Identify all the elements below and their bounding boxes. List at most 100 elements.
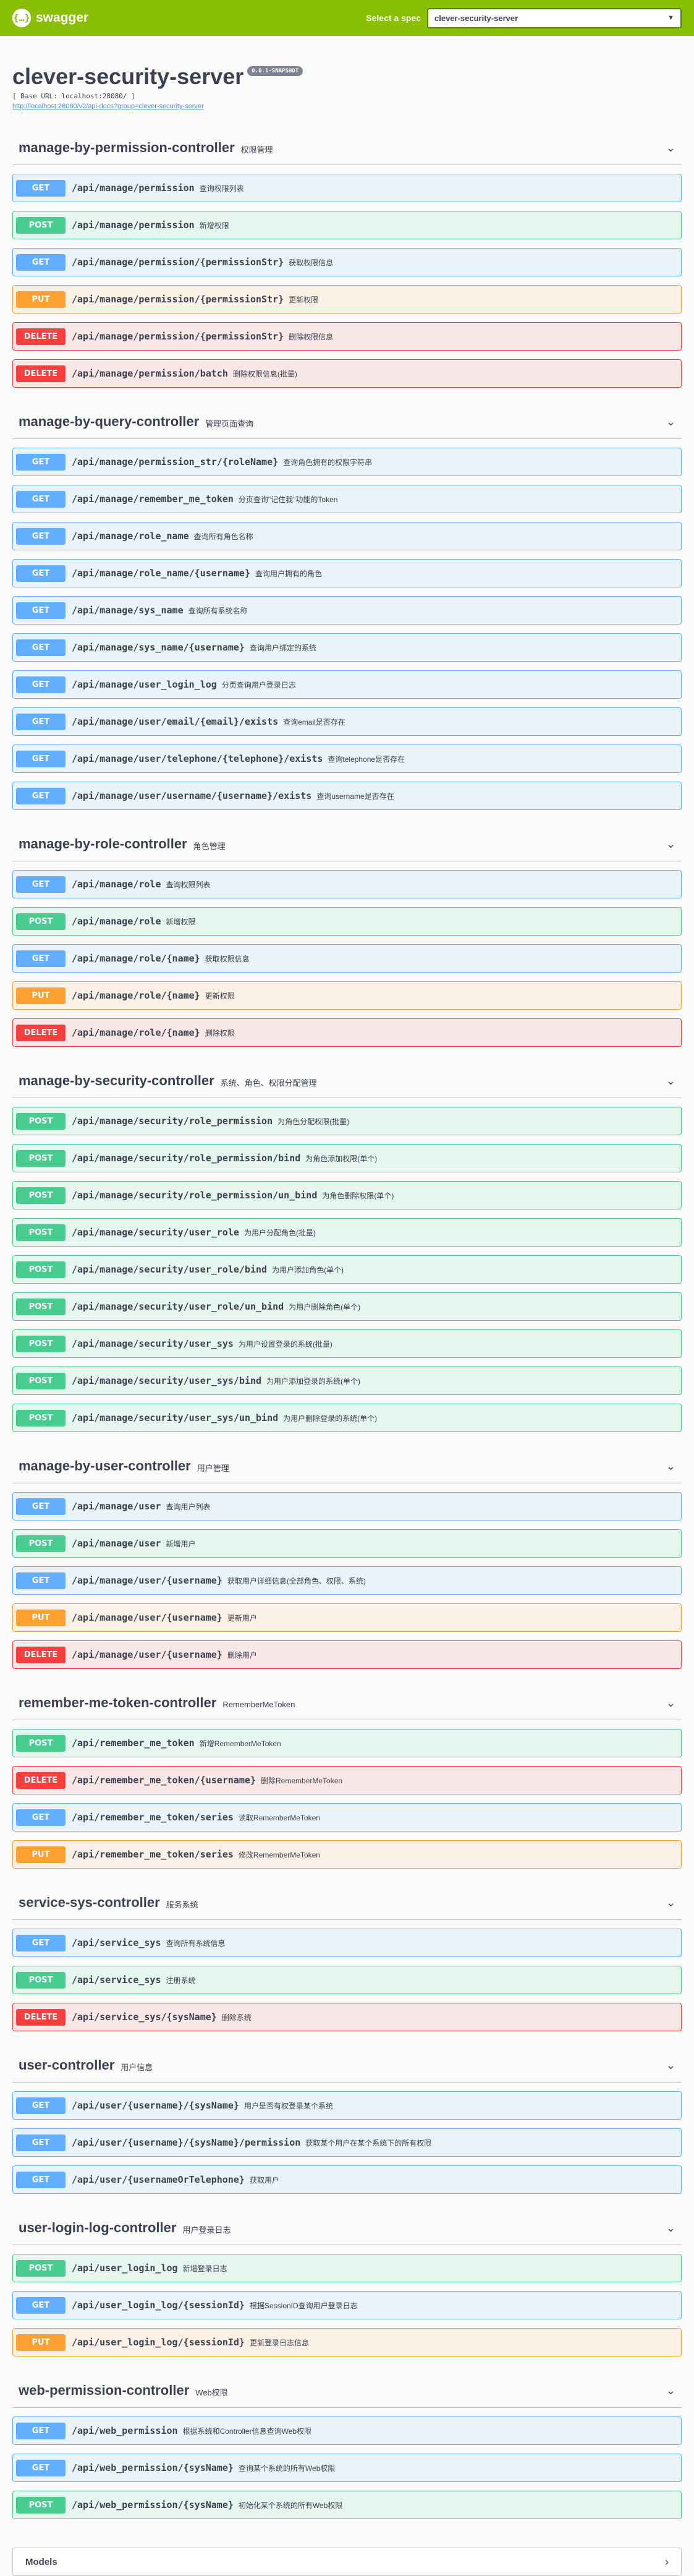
operation-row[interactable]: GET/api/manage/sys_name 查询所有系统名称	[12, 596, 682, 625]
operation-row[interactable]: POST/api/manage/security/role_permission…	[12, 1181, 682, 1209]
operation-path: /api/user_login_log	[72, 2263, 178, 2274]
operation-row[interactable]: GET/api/manage/permission_str/{roleName}…	[12, 448, 682, 476]
operation-row[interactable]: PUT/api/user_login_log/{sessionId} 更新登录日志…	[12, 2328, 682, 2356]
operation-row[interactable]: GET/api/web_permission/{sysName} 查询某个系统的所…	[12, 2454, 682, 2482]
tag-header[interactable]: service-sys-controller 服务系统 ⌄	[12, 1886, 682, 1920]
method-badge: GET	[16, 639, 66, 656]
method-badge: POST	[16, 2259, 66, 2277]
tag-header[interactable]: web-permission-controller Web权限 ⌄	[12, 2374, 682, 2408]
operation-row[interactable]: GET/api/manage/user/username/{username}/…	[12, 782, 682, 810]
api-docs-link[interactable]: http://localhost:28080/v2/api-docs?group…	[12, 103, 682, 110]
operation-row[interactable]: PUT/api/manage/permission/{permissionStr…	[12, 285, 682, 313]
page-title: clever-security-server	[12, 64, 244, 89]
tag-header[interactable]: user-controller 用户信息 ⌄	[12, 2049, 682, 2083]
operation-row[interactable]: POST/api/manage/user 新增用户	[12, 1529, 682, 1558]
operation-path: /api/manage/user/{username}	[72, 1575, 222, 1586]
operation-row[interactable]: GET/api/manage/user/telephone/{telephone…	[12, 744, 682, 773]
operation-summary: 查询telephone是否存在	[328, 754, 405, 764]
operation-row[interactable]: GET/api/manage/role_name 查询所有角色名称	[12, 522, 682, 550]
operation-row[interactable]: GET/api/user/{username}/{sysName} 用户是否有权登…	[12, 2091, 682, 2120]
operation-row[interactable]: GET/api/manage/sys_name/{username} 查询用户绑定…	[12, 633, 682, 662]
operation-row[interactable]: POST/api/manage/role 新增权限	[12, 907, 682, 936]
operation-row[interactable]: POST/api/manage/security/user_role/un_bi…	[12, 1292, 682, 1321]
tag-name: manage-by-permission-controller	[19, 140, 235, 155]
operation-row[interactable]: GET/api/manage/user/email/{email}/exists…	[12, 707, 682, 736]
operation-summary: 新增权限	[166, 917, 196, 926]
operation-row[interactable]: DELETE/api/manage/permission/{permission…	[12, 322, 682, 351]
operation-row[interactable]: GET/api/manage/remember_me_token 分页查询"记住我…	[12, 485, 682, 513]
tag-header[interactable]: manage-by-query-controller 管理页面查询 ⌄	[12, 405, 682, 439]
operation-row[interactable]: POST/api/manage/security/user_sys/un_bin…	[12, 1404, 682, 1432]
operation-row[interactable]: POST/api/manage/security/user_sys/bind 为用…	[12, 1367, 682, 1395]
operation-summary: 获取用户详细信息(全部角色、权限、系统)	[227, 1576, 366, 1585]
tag-section: remember-me-token-controller RememberMeTo…	[12, 1686, 682, 1880]
method-badge: DELETE	[16, 1646, 66, 1663]
operation-summary: 查询角色拥有的权限字符串	[283, 458, 373, 467]
operation-row[interactable]: GET/api/manage/user 查询用户列表	[12, 1492, 682, 1520]
operation-row[interactable]: PUT/api/manage/user/{username} 更新用户	[12, 1603, 682, 1632]
operation-row[interactable]: POST/api/web_permission/{sysName} 初始化某个系统…	[12, 2491, 682, 2519]
tag-header[interactable]: manage-by-user-controller 用户管理 ⌄	[12, 1449, 682, 1483]
operation-path: /api/user_login_log/{sessionId}	[72, 2300, 245, 2311]
operation-row[interactable]: DELETE/api/remember_me_token/{username} 删…	[12, 1766, 682, 1794]
operation-row[interactable]: POST/api/manage/security/user_role/bind 为…	[12, 1255, 682, 1284]
operation-summary: 根据系统和Controller信息查询Web权限	[182, 2426, 312, 2436]
method-badge: GET	[16, 2297, 66, 2314]
method-badge: POST	[16, 1149, 66, 1167]
operation-summary: 获取用户	[249, 2175, 279, 2185]
operation-summary: 查询所有角色名称	[193, 532, 253, 541]
models-section[interactable]: Models ›	[12, 2548, 682, 2576]
operation-row[interactable]: GET/api/service_sys 查询所有系统信息	[12, 1929, 682, 1957]
swagger-logo[interactable]: {…} swagger	[12, 9, 88, 27]
operation-summary: 删除权限信息(批量)	[232, 369, 297, 378]
operation-summary: 为用户添加登录的系统(单个)	[266, 1376, 361, 1386]
base-url: [ Base URL: localhost:28080/ ]	[12, 92, 135, 100]
method-badge: POST	[16, 1734, 66, 1752]
operation-row[interactable]: GET/api/manage/user_login_log 分页查询用户登录日志	[12, 670, 682, 699]
operation-row[interactable]: GET/api/manage/role/{name} 获取权限信息	[12, 944, 682, 973]
operation-row[interactable]: POST/api/remember_me_token 新增RememberMeTo…	[12, 1729, 682, 1757]
spec-label: Select a spec	[366, 13, 421, 23]
operation-path: /api/manage/security/user_role/un_bind	[72, 1301, 284, 1312]
operation-row[interactable]: GET/api/manage/role 查询权限列表	[12, 870, 682, 898]
operation-row[interactable]: GET/api/manage/permission/{permissionStr…	[12, 248, 682, 276]
operation-row[interactable]: GET/api/user/{usernameOrTelephone} 获取用户	[12, 2165, 682, 2194]
operation-row[interactable]: POST/api/manage/security/role_permission…	[12, 1107, 682, 1135]
operation-row[interactable]: GET/api/web_permission 根据系统和Controller信息查…	[12, 2416, 682, 2445]
operation-row[interactable]: GET/api/manage/role_name/{username} 查询用户拥…	[12, 559, 682, 587]
operation-row[interactable]: DELETE/api/manage/permission/batch 删除权限信息…	[12, 359, 682, 388]
operation-row[interactable]: PUT/api/remember_me_token/series 修改Rememb…	[12, 1840, 682, 1869]
method-badge: POST	[16, 1261, 66, 1278]
tag-name: manage-by-user-controller	[19, 1458, 191, 1474]
api-info: clever-security-server 0.0.1-SNAPSHOT [ …	[12, 36, 682, 131]
operation-row[interactable]: POST/api/manage/security/user_role 为用户分配角…	[12, 1218, 682, 1247]
operation-row[interactable]: DELETE/api/manage/user/{username} 删除用户	[12, 1640, 682, 1669]
operation-row[interactable]: GET/api/user/{username}/{sysName}/permis…	[12, 2128, 682, 2157]
operation-summary: 读取RememberMeToken	[238, 1813, 320, 1822]
operation-row[interactable]: POST/api/manage/permission 新增权限	[12, 211, 682, 239]
operation-row[interactable]: POST/api/user_login_log 新增登录日志	[12, 2254, 682, 2282]
tag-header[interactable]: manage-by-security-controller 系统、角色、权限分配管…	[12, 1064, 682, 1098]
operation-path: /api/manage/permission/batch	[72, 368, 228, 379]
tag-section: manage-by-user-controller 用户管理 ⌄ GET/api/ma…	[12, 1449, 682, 1680]
operation-row[interactable]: GET/api/manage/permission 查询权限列表	[12, 174, 682, 202]
operations: GET/api/manage/permission_str/{roleName}…	[12, 439, 682, 821]
operation-row[interactable]: DELETE/api/service_sys/{sysName} 删除系统	[12, 2003, 682, 2031]
operation-row[interactable]: PUT/api/manage/role/{name} 更新权限	[12, 981, 682, 1010]
operation-row[interactable]: POST/api/manage/security/user_sys 为用户设置登录…	[12, 1329, 682, 1358]
operation-row[interactable]: GET/api/remember_me_token/series 读取Rememb…	[12, 1803, 682, 1832]
operation-row[interactable]: POST/api/service_sys 注册系统	[12, 1966, 682, 1994]
tag-header[interactable]: manage-by-role-controller 角色管理 ⌄	[12, 827, 682, 861]
operation-row[interactable]: GET/api/manage/user/{username} 获取用户详细信息(全…	[12, 1566, 682, 1595]
tag-header[interactable]: remember-me-token-controller RememberMeTo…	[12, 1686, 682, 1720]
operation-row[interactable]: DELETE/api/manage/role/{name} 删除权限	[12, 1018, 682, 1047]
tag-name: manage-by-role-controller	[19, 836, 187, 851]
operation-row[interactable]: GET/api/user_login_log/{sessionId} 根据Sess…	[12, 2291, 682, 2319]
spec-select[interactable]: clever-security-server ▼	[427, 7, 682, 28]
operation-row[interactable]: POST/api/manage/security/role_permission…	[12, 1144, 682, 1172]
operation-path: /api/manage/security/user_role/bind	[72, 1264, 268, 1275]
tag-header[interactable]: manage-by-permission-controller 权限管理 ⌄	[12, 131, 682, 165]
swagger-logo-icon: {…}	[12, 9, 31, 27]
operation-summary: 为角色删除权限(单个)	[322, 1191, 394, 1200]
tag-header[interactable]: user-login-log-controller 用户登录日志 ⌄	[12, 2211, 682, 2245]
